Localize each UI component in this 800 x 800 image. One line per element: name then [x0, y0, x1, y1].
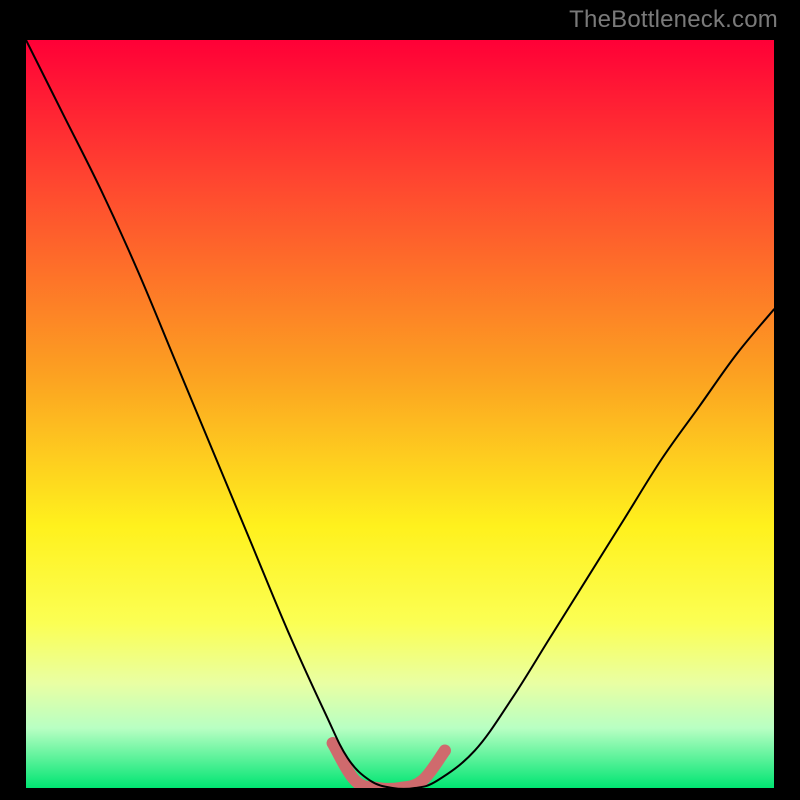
- bottleneck-chart: [26, 40, 774, 788]
- watermark-text: TheBottleneck.com: [569, 6, 778, 34]
- chart-area: [26, 40, 774, 788]
- highlight-end-dot: [439, 745, 451, 757]
